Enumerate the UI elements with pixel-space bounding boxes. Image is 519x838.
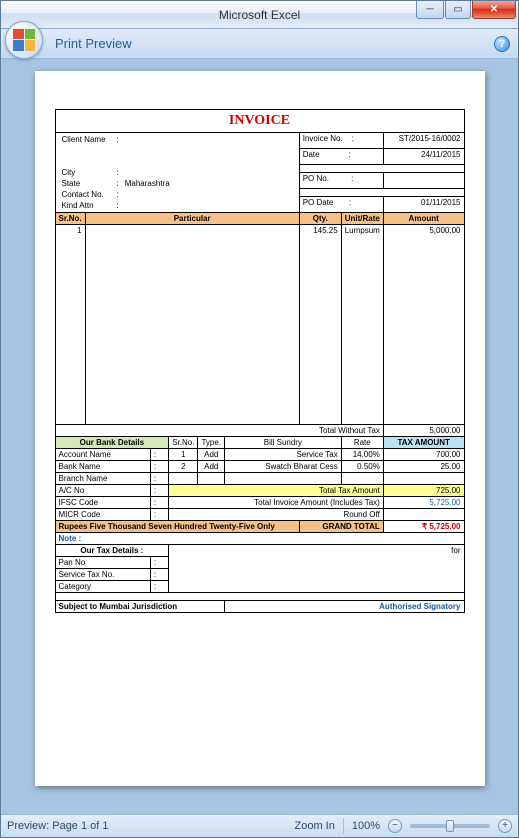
lbl-stno: Service Tax No. [55, 569, 150, 581]
plus-icon: + [502, 821, 508, 831]
maximize-button[interactable]: ▭ [445, 1, 471, 19]
statusbar-separator [343, 818, 344, 834]
minimize-button[interactable]: ─ [416, 1, 444, 19]
item-srno: 1 [55, 225, 85, 425]
preview-page: INVOICE Client Name: City: State:Maharas… [35, 71, 485, 786]
bs-type-hdr: Type. [198, 437, 225, 449]
val-total-tax: 725.00 [383, 485, 464, 497]
lbl-total-without-tax: Total Without Tax [55, 425, 383, 437]
val-round-off [383, 509, 464, 521]
bs2-amt: 25.00 [383, 461, 464, 473]
zoom-slider[interactable] [410, 824, 490, 828]
val-state: Maharashtra [122, 178, 296, 189]
window-title: Microsoft Excel [219, 8, 300, 22]
val-total-invoice: 5,725.00 [383, 497, 464, 509]
lbl-total-tax: Total Tax Amount [169, 485, 384, 497]
lbl-ifsc: IFSC Code [55, 497, 150, 509]
close-button[interactable]: ✕ [472, 1, 516, 19]
val-contact [122, 189, 296, 200]
bs-rate-hdr: Rate [341, 437, 383, 449]
lbl-round-off: Round Off [169, 509, 384, 521]
lbl-bank-name: Bank Name [55, 461, 150, 473]
lbl-grand-total: GRAND TOTAL [299, 521, 383, 533]
bs2-rate: 0.50% [341, 461, 383, 473]
preview-canvas[interactable]: INVOICE Client Name: City: State:Maharas… [1, 59, 518, 814]
item-qty: 145.25 [299, 225, 341, 425]
statusbar: Preview: Page 1 of 1 Zoom In 100% − + [1, 814, 518, 837]
lbl-pan: Pan No [55, 557, 150, 569]
val-client-name [122, 134, 296, 145]
zoom-in-button[interactable]: Zoom In [295, 820, 335, 832]
bs-taxamt-hdr: TAX AMOUNT [383, 437, 464, 449]
bs-srno-hdr: Sr.No. [169, 437, 198, 449]
authorised-signatory: Authorised Signatory [225, 601, 464, 613]
val-city [122, 167, 296, 178]
bs1-rate: 14.00% [341, 449, 383, 461]
table-row: 1 145.25 Lumpsum 5,000.00 [55, 225, 464, 425]
lbl-ac-no: A/C No [55, 485, 150, 497]
col-rate: Unit/Rate [341, 213, 383, 225]
titlebar: Microsoft Excel ─ ▭ ✕ [1, 1, 518, 29]
amount-in-words: Rupees Five Thousand Seven Hundred Twent… [55, 521, 299, 533]
lbl-city: City [59, 167, 114, 178]
item-rate: Lumpsum [341, 225, 383, 425]
lbl-total-invoice: Total Invoice Amount (Includes Tax) [169, 497, 384, 509]
val-podate: 01/11/2015 [383, 197, 464, 213]
lbl-note: Note : [55, 533, 464, 545]
val-total-without-tax: 5,000.00 [383, 425, 464, 437]
lbl-kindattn: Kind Attn [59, 200, 114, 211]
office-button[interactable] [5, 21, 43, 59]
window-controls: ─ ▭ ✕ [415, 1, 516, 19]
minus-icon: − [392, 821, 398, 831]
bs1-type: Add [198, 449, 225, 461]
item-amount: 5,000.00 [383, 225, 464, 425]
help-button[interactable]: ? [494, 36, 510, 52]
lbl-invoice-no: Invoice No. : [299, 133, 383, 149]
lbl-date: Date : [299, 149, 383, 165]
zoom-slider-thumb[interactable] [446, 820, 454, 832]
bs1-amt: 700.00 [383, 449, 464, 461]
tax-details-header: Our Tax Details : [55, 545, 169, 557]
lbl-micr: MICR Code [55, 509, 150, 521]
lbl-contact: Contact No. [59, 189, 114, 200]
col-particular: Particular [85, 213, 299, 225]
bs-sundry-hdr: Bill Sundry [225, 437, 342, 449]
lbl-podate: PO Date : [299, 197, 383, 213]
status-preview-page: Preview: Page 1 of 1 [7, 820, 109, 832]
col-amount: Amount [383, 213, 464, 225]
zoom-in-icon-button[interactable]: + [498, 819, 512, 833]
item-particular [85, 225, 299, 425]
office-logo-icon [13, 29, 35, 51]
lbl-account-name: Account Name [55, 449, 150, 461]
ribbon-tab-print-preview[interactable]: Print Preview [55, 36, 132, 51]
val-date: 24/11/2015 [383, 149, 464, 165]
lbl-state: State [59, 178, 114, 189]
col-qty: Qty. [299, 213, 341, 225]
jurisdiction: Subject to Mumbai Jurisdiction [55, 601, 225, 613]
bs1-srno: 1 [169, 449, 198, 461]
lbl-category: Category [55, 581, 150, 593]
val-invoice-no: ST/2015-16/0002 [383, 133, 464, 149]
bs2-srno: 2 [169, 461, 198, 473]
val-kindattn [122, 200, 296, 211]
lbl-for: for [169, 545, 464, 593]
zoom-out-button[interactable]: − [388, 819, 402, 833]
bank-details-header: Our Bank Details [55, 437, 169, 449]
bs1-name: Service Tax [225, 449, 342, 461]
ribbon: Print Preview ? [1, 29, 518, 59]
lbl-branch-name: Branch Name [55, 473, 150, 485]
val-pono [383, 173, 464, 189]
zoom-percent[interactable]: 100% [352, 820, 380, 832]
val-grand-total: ₹ 5,725.00 [383, 521, 464, 533]
col-srno: Sr.No. [55, 213, 85, 225]
app-window: Microsoft Excel ─ ▭ ✕ Print Preview ? IN… [0, 0, 519, 838]
bs2-name: Swatch Bharat Cess [225, 461, 342, 473]
lbl-pono: PO No. : [299, 173, 383, 189]
invoice-title: INVOICE [55, 110, 464, 133]
bs2-type: Add [198, 461, 225, 473]
lbl-client-name: Client Name [59, 134, 114, 145]
